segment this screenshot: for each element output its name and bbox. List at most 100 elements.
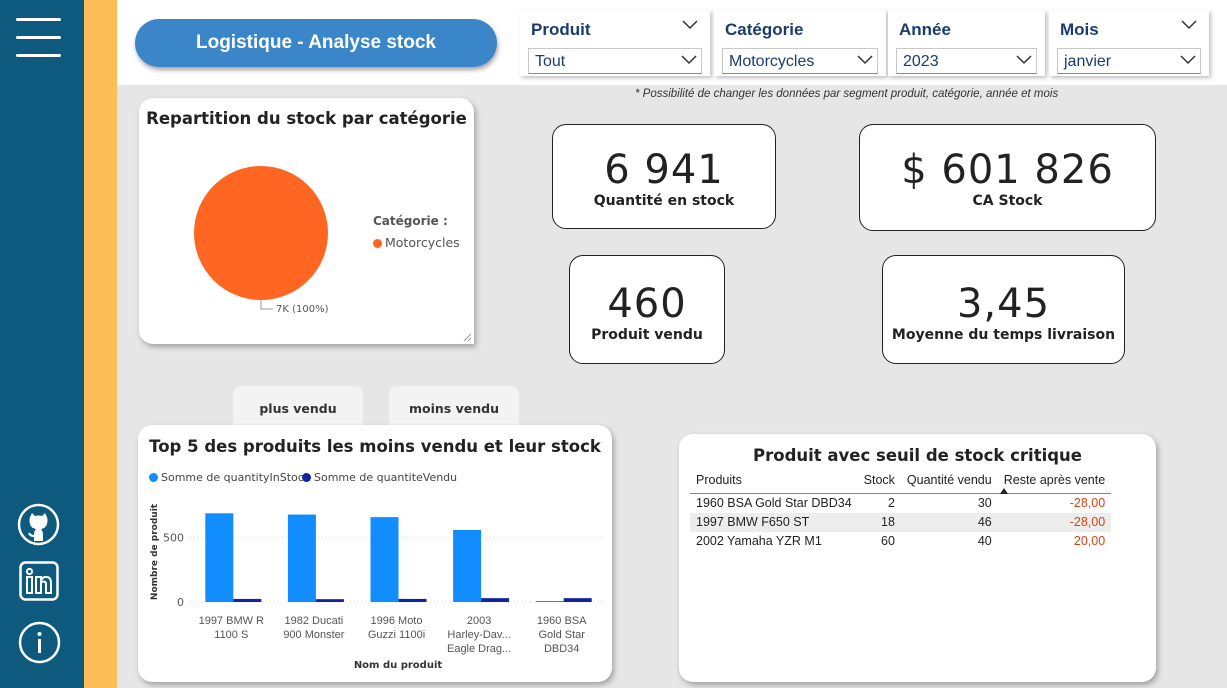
x-tick-label: 1100 S xyxy=(214,629,248,641)
resize-handle-icon[interactable] xyxy=(463,333,472,342)
x-tick-label: 2003 xyxy=(467,615,491,627)
critical-stock-title: Produit avec seuil de stock critique xyxy=(753,446,1082,465)
slicer-annee-dropdown[interactable]: 2023 xyxy=(896,48,1037,74)
accent-stripe xyxy=(84,0,117,688)
bar-stock-0[interactable] xyxy=(205,513,234,602)
slicer-categorie-label: Catégorie xyxy=(725,20,804,39)
slicer-mois-dropdown[interactable]: janvier xyxy=(1057,48,1201,74)
menu-icon[interactable] xyxy=(16,16,61,58)
table-row[interactable]: 1960 BSA Gold Star DBD34 2 30 -28,00 xyxy=(690,494,1111,513)
cell-product: 1997 BMW F650 ST xyxy=(690,512,858,532)
cell-stock: 18 xyxy=(857,512,901,532)
x-tick-label: Guzzi 1100i xyxy=(368,629,425,641)
page-title-button[interactable]: Logistique - Analyse stock xyxy=(135,19,497,67)
pie-leader-line xyxy=(260,300,273,310)
slicer-mois[interactable]: Mois janvier xyxy=(1049,10,1209,76)
pie-legend-item[interactable]: Motorcycles xyxy=(373,235,460,250)
slicer-produit-dropdown[interactable]: Tout xyxy=(528,48,702,74)
x-tick-label: 1960 BSA xyxy=(537,615,587,627)
x-tick-label: DBD34 xyxy=(544,643,579,655)
pie-legend-title: Catégorie : xyxy=(373,214,448,228)
cell-stock: 60 xyxy=(881,534,895,548)
bar-vendu-1[interactable] xyxy=(315,599,344,602)
kpi-stock-qty-label: Quantité en stock xyxy=(593,193,735,209)
slicer-annee-label: Année xyxy=(899,20,951,39)
bar-stock-1[interactable] xyxy=(287,514,316,602)
table-row[interactable]: 2002 Yamaha YZR M1 60 40 20,00 xyxy=(690,532,1111,551)
slicer-annee[interactable]: Année 2023 xyxy=(888,10,1045,76)
cell-product: 2002 Yamaha YZR M1 xyxy=(696,534,822,548)
y-axis-label: Nombre de produit xyxy=(150,503,160,600)
kpi-sold-label: Produit vendu xyxy=(591,327,703,343)
bar-chart-card[interactable]: Top 5 des produits les moins vendu et le… xyxy=(138,425,612,682)
tab-moins-vendu[interactable]: moins vendu xyxy=(389,386,519,428)
sort-ascending-icon[interactable] xyxy=(1000,488,1008,494)
kpi-delivery-label: Moyenne du temps livraison xyxy=(891,327,1116,343)
x-tick-label: 1982 Ducati xyxy=(285,615,344,627)
cell-sold: 30 xyxy=(977,496,992,511)
x-tick-label: 1996 Moto xyxy=(371,615,423,627)
x-tick-label: Harley-Dav... xyxy=(447,629,510,641)
col-header-produits[interactable]: Produits xyxy=(690,470,858,494)
cell-remaining: -28,00 xyxy=(997,512,1112,532)
kpi-stock-qty: 6 941 Quantité en stock xyxy=(552,124,776,229)
bar-stock-3[interactable] xyxy=(453,530,482,602)
table-header-row: Produits Stock Quantité vendu Reste aprè… xyxy=(690,470,1112,494)
critical-stock-table: Produits Stock Quantité vendu Reste aprè… xyxy=(690,470,1112,551)
chevron-down-icon[interactable] xyxy=(1016,55,1032,65)
cell-stock: 2 xyxy=(887,496,895,511)
slicer-mois-label: Mois xyxy=(1060,20,1099,39)
chevron-down-icon[interactable] xyxy=(857,55,873,65)
kpi-sold: 460 Produit vendu xyxy=(569,255,725,364)
chevron-down-icon[interactable] xyxy=(1180,55,1196,65)
bar-stock-4[interactable] xyxy=(535,600,564,602)
kpi-ca-stock: $ 601 826 CA Stock xyxy=(859,124,1156,231)
legend-dot-icon xyxy=(373,239,382,248)
x-axis-label: Nom du produit xyxy=(354,660,443,671)
kpi-ca-stock-value: $ 601 826 xyxy=(901,147,1114,193)
x-tick-label: Eagle Drag... xyxy=(447,643,511,655)
cell-remaining: -28,00 xyxy=(1069,496,1106,511)
chevron-down-icon[interactable] xyxy=(1181,20,1197,30)
tab-plus-vendu[interactable]: plus vendu xyxy=(233,386,363,428)
bar-chart: 0 500Nombre de produit 1997 BMW R 1100 S 198… xyxy=(150,503,603,671)
slicer-categorie[interactable]: Catégorie Motorcycles xyxy=(714,10,886,76)
filter-note: * Possibilité de changer les données par… xyxy=(635,88,1059,100)
bar-vendu-3[interactable] xyxy=(481,598,510,602)
cell-sold: 46 xyxy=(900,512,998,532)
kpi-ca-stock-label: CA Stock xyxy=(972,193,1043,209)
x-tick-label: 900 Monster xyxy=(283,629,344,641)
table-row[interactable]: 1997 BMW F650 ST 18 46 -28,00 xyxy=(690,512,1112,532)
slicer-annee-value: 2023 xyxy=(903,53,939,70)
bar-vendu-0[interactable] xyxy=(233,598,262,602)
slicer-produit[interactable]: Produit Tout xyxy=(520,10,710,76)
slicer-produit-value: Tout xyxy=(535,53,566,70)
slicer-mois-value: janvier xyxy=(1064,53,1112,70)
linkedin-icon[interactable] xyxy=(19,561,59,605)
pie-card[interactable]: Repartition du stock par catégorie 7K (1… xyxy=(139,98,474,344)
pie-legend-label: Motorcycles xyxy=(385,235,460,250)
slicer-categorie-dropdown[interactable]: Motorcycles xyxy=(722,48,878,74)
bar-stock-2[interactable] xyxy=(370,517,399,602)
y-tick-label: 500 xyxy=(163,532,184,545)
kpi-stock-qty-value: 6 941 xyxy=(604,147,724,193)
cell-remaining: 20,00 xyxy=(1073,534,1106,548)
cell-sold: 40 xyxy=(977,534,992,548)
pie-slice-label: 7K (100%) xyxy=(276,304,329,315)
kpi-sold-value: 460 xyxy=(607,281,687,327)
col-header-quantite-vendu[interactable]: Quantité vendu xyxy=(900,470,998,494)
cell-product: 1960 BSA Gold Star DBD34 xyxy=(696,496,852,511)
kpi-delivery-value: 3,45 xyxy=(956,281,1051,327)
x-tick-label: Gold Star xyxy=(538,629,585,641)
slicer-produit-label: Produit xyxy=(531,20,591,39)
bar-vendu-2[interactable] xyxy=(398,598,427,602)
github-icon[interactable] xyxy=(17,503,60,550)
bar-vendu-4[interactable] xyxy=(563,598,592,602)
chevron-down-icon[interactable] xyxy=(681,55,697,65)
info-icon[interactable] xyxy=(18,621,61,668)
slicer-categorie-value: Motorcycles xyxy=(729,53,815,70)
pie-slice-motorcycles[interactable] xyxy=(194,166,328,300)
col-header-stock[interactable]: Stock xyxy=(857,470,901,494)
col-header-reste[interactable]: Reste après vente xyxy=(997,470,1112,494)
chevron-down-icon[interactable] xyxy=(682,20,698,30)
